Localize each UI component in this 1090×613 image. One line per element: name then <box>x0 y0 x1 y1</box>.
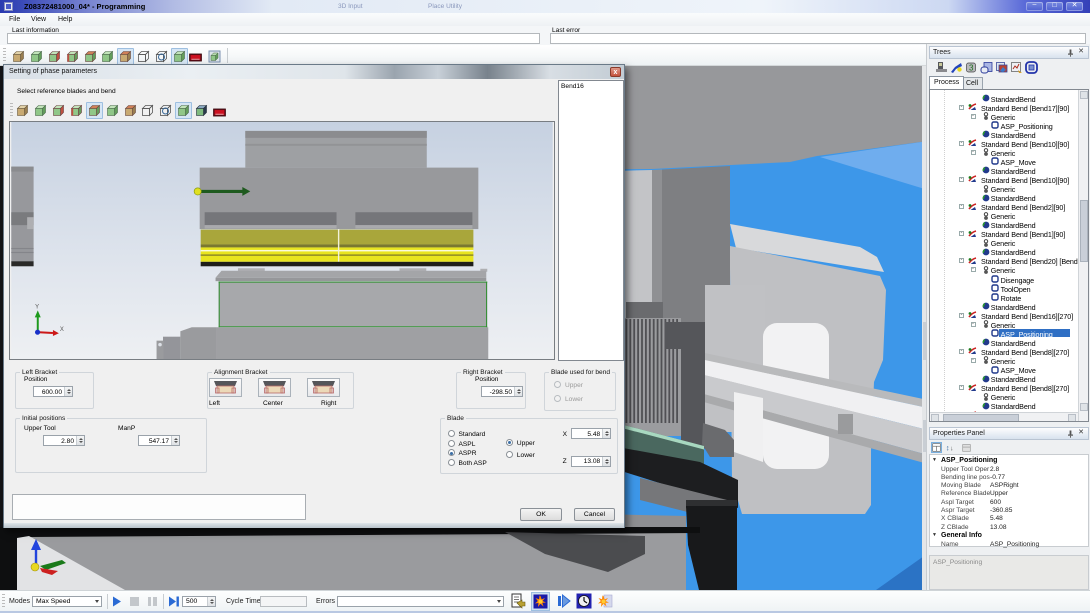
svg-text:X: X <box>60 327 64 333</box>
svg-text:↓: ↓ <box>950 445 953 452</box>
svg-text:Y: Y <box>35 304 39 310</box>
svg-text:↕: ↕ <box>946 443 950 452</box>
svg-text:3: 3 <box>969 64 974 73</box>
